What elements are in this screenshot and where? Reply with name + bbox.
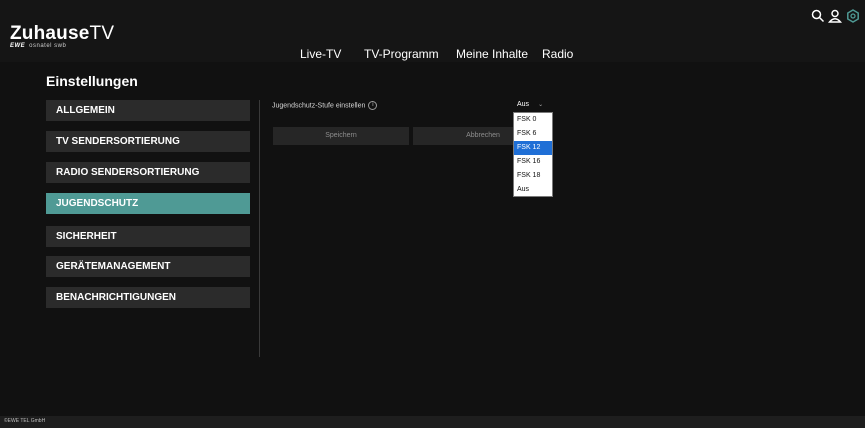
logo-partners: osnatel swb <box>29 43 67 49</box>
parental-level-label: Jugendschutz-Stufe einstellen i <box>272 101 378 110</box>
parental-level-text: Jugendschutz-Stufe einstellen <box>272 102 366 110</box>
sidebar-item-sicherheit[interactable]: SICHERHEIT <box>46 226 250 247</box>
logo-ewe: EWE <box>10 43 26 49</box>
logo-name: Zuhause <box>10 23 90 44</box>
footer: ©EWE TEL GmbH <box>0 416 865 428</box>
settings-icon[interactable] <box>846 9 860 23</box>
dropdown-option-fsk-12[interactable]: FSK 12 <box>514 141 552 155</box>
nav-meine-inhalte[interactable]: Meine Inhalte <box>456 47 528 61</box>
sidebar-item-tv-sendersortierung[interactable]: TV SENDERSORTIERUNG <box>46 131 250 152</box>
sidebar-item-geraetemanagement[interactable]: GERÄTEMANAGEMENT <box>46 256 250 277</box>
parental-level-select[interactable]: Aus ⌄ <box>517 101 543 108</box>
user-icon[interactable] <box>828 9 842 23</box>
nav-radio[interactable]: Radio <box>542 47 573 61</box>
dropdown-option-fsk-0[interactable]: FSK 0 <box>514 113 552 127</box>
logo-tv: TV <box>89 23 115 44</box>
sidebar-item-allgemein[interactable]: ALLGEMEIN <box>46 100 250 121</box>
dropdown-option-fsk-16[interactable]: FSK 16 <box>514 155 552 169</box>
select-current-value: Aus <box>517 101 530 108</box>
dropdown-option-fsk-18[interactable]: FSK 18 <box>514 169 552 183</box>
footer-copyright: ©EWE TEL GmbH <box>4 418 46 424</box>
sidebar-item-radio-sendersortierung[interactable]: RADIO SENDERSORTIERUNG <box>46 162 250 183</box>
sidebar-item-jugendschutz[interactable]: JUGENDSCHUTZ <box>46 193 250 214</box>
nav-live-tv[interactable]: Live-TV <box>300 47 341 61</box>
info-icon[interactable]: i <box>368 101 378 110</box>
parental-level-dropdown: FSK 0 FSK 6 FSK 12 FSK 16 FSK 18 Aus <box>513 112 553 197</box>
top-header: ZuhauseTV EWE osnatel swb Live-TV TV-Prog… <box>0 0 865 62</box>
header-icons <box>811 9 861 27</box>
chevron-down-icon: ⌄ <box>538 102 544 108</box>
page-title: Einstellungen <box>46 73 138 89</box>
search-icon[interactable] <box>811 9 825 23</box>
dropdown-option-aus[interactable]: Aus <box>514 183 552 197</box>
sidebar-item-benachrichtigungen[interactable]: BENACHRICHTIGUNGEN <box>46 287 250 308</box>
content-divider <box>259 100 260 357</box>
dropdown-option-fsk-6[interactable]: FSK 6 <box>514 127 552 141</box>
brand-logo[interactable]: ZuhauseTV EWE osnatel swb <box>10 24 114 50</box>
save-button[interactable]: Speichern <box>273 127 409 145</box>
nav-tv-programm[interactable]: TV-Programm <box>364 47 439 61</box>
